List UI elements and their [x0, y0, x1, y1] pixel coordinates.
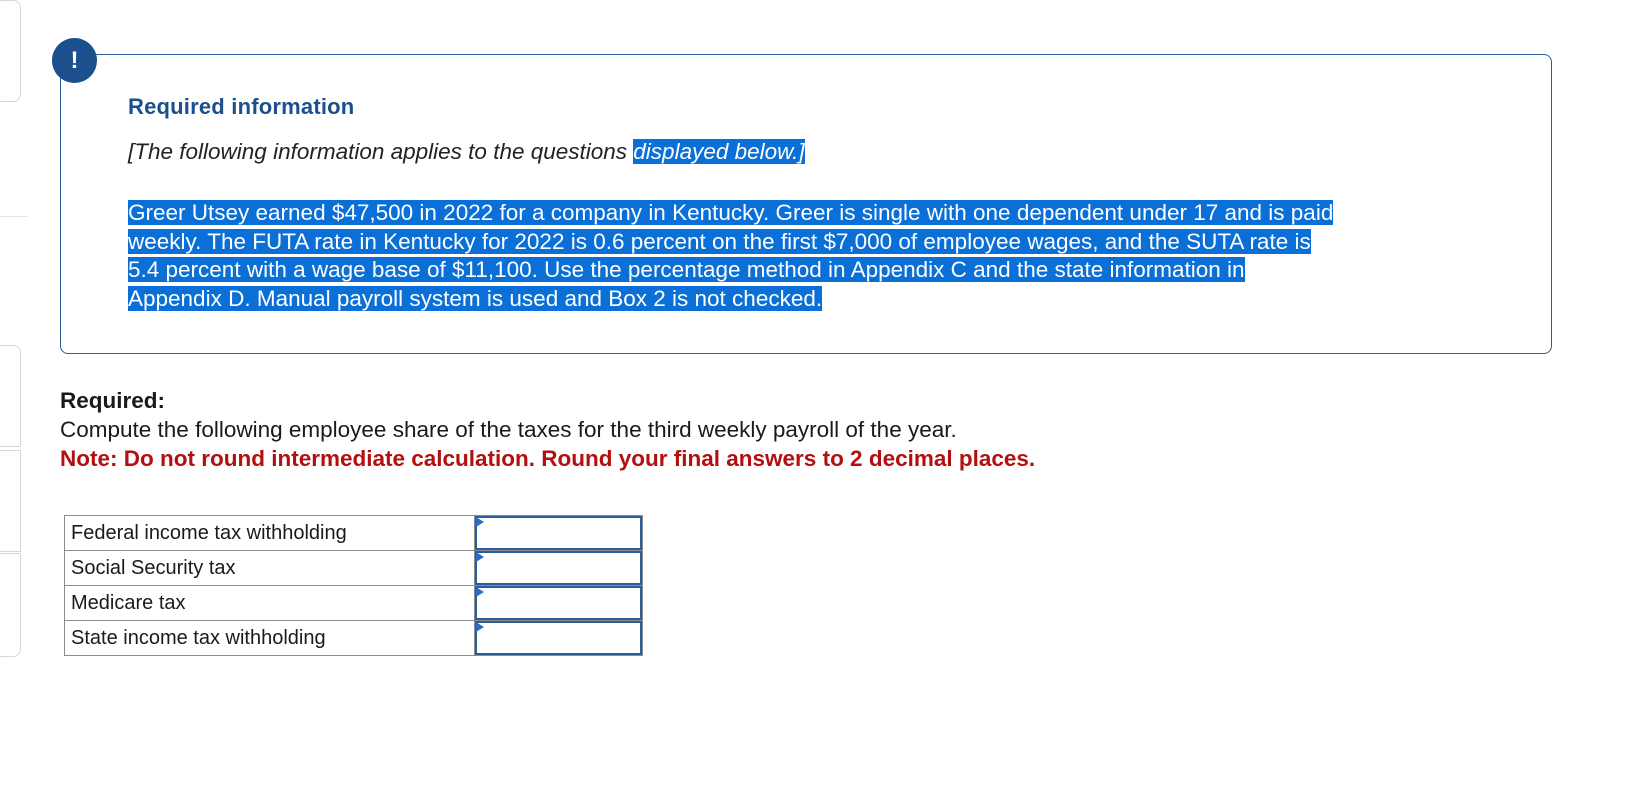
page: ! Required information [The following in… [0, 0, 1645, 797]
info-body-line: 5.4 percent with a wage base of $11,100.… [128, 257, 1245, 283]
row-label: Social Security tax [64, 550, 475, 586]
info-title: Required information [128, 94, 355, 119]
required-label: Required: [60, 388, 166, 413]
exclamation-glyph: ! [70, 46, 79, 74]
info-body-line: Greer Utsey earned $47,500 in 2022 for a… [128, 200, 1334, 225]
flag-marker-icon [476, 517, 484, 527]
medicare-tax-input[interactable] [475, 586, 642, 620]
divider [0, 216, 28, 217]
answer-cell [474, 585, 643, 621]
table-row: Social Security tax [64, 550, 643, 586]
state-income-tax-input[interactable] [475, 621, 642, 655]
info-subtitle: [The following information applies to th… [128, 139, 805, 165]
info-subtitle-highlight: displayed below.] [633, 139, 805, 164]
previous-card-edge [0, 0, 21, 102]
side-card-edge [0, 450, 21, 552]
social-security-tax-input[interactable] [475, 551, 642, 585]
flag-marker-icon [476, 552, 484, 562]
info-body-line: Appendix D. Manual payroll system is use… [128, 285, 823, 311]
side-card-edge [0, 553, 21, 657]
row-label: Medicare tax [64, 585, 475, 621]
info-body: Greer Utsey earned $47,500 in 2022 for a… [128, 199, 1488, 313]
exclamation-icon: ! [52, 38, 97, 83]
federal-income-tax-input[interactable] [475, 516, 642, 550]
flag-marker-icon [476, 587, 484, 597]
table-row: Federal income tax withholding [64, 515, 643, 551]
answer-cell [474, 515, 643, 551]
info-body-line: weekly. The FUTA rate in Kentucky for 20… [128, 228, 1311, 254]
answer-table: Federal income tax withholding Social Se… [64, 515, 643, 656]
answer-cell [474, 620, 643, 656]
answer-cell [474, 550, 643, 586]
required-instruction: Compute the following employee share of … [60, 417, 957, 442]
flag-marker-icon [476, 622, 484, 632]
row-label: Federal income tax withholding [64, 515, 475, 551]
side-card-edge [0, 345, 21, 447]
row-label: State income tax withholding [64, 620, 475, 656]
table-row: State income tax withholding [64, 620, 643, 656]
info-subtitle-text: [The following information applies to th… [128, 139, 634, 164]
table-row: Medicare tax [64, 585, 643, 621]
rounding-note: Note: Do not round intermediate calculat… [60, 446, 1036, 471]
